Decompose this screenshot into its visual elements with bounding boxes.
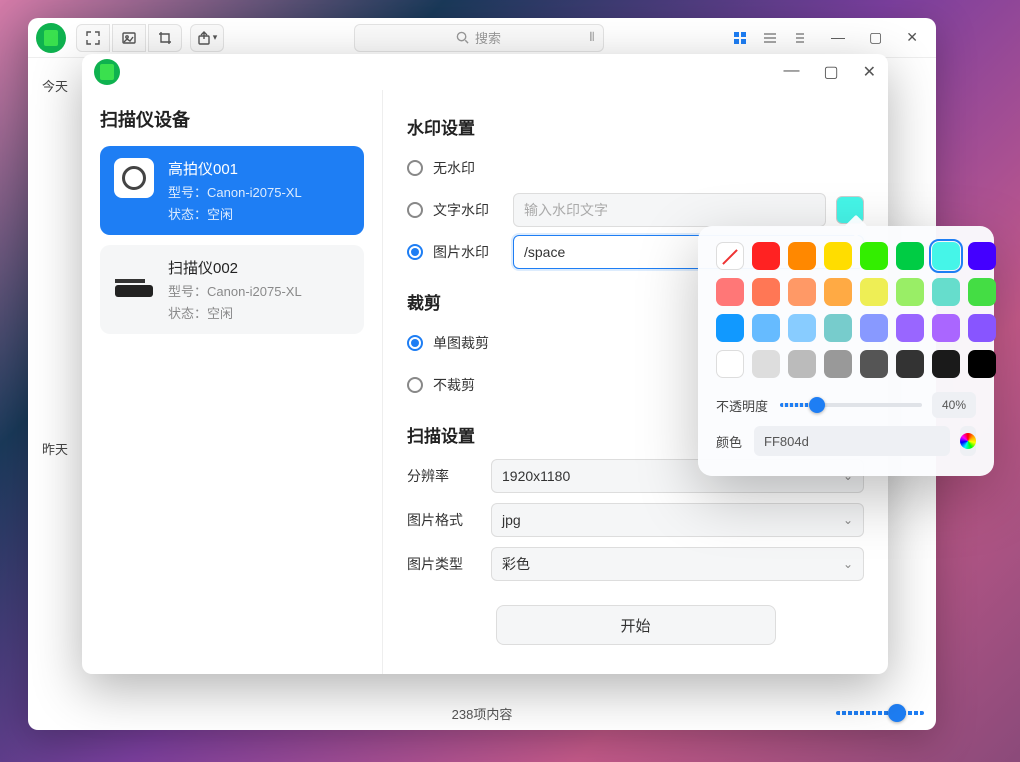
app-logo-icon [36,23,66,53]
scanner-icon [114,257,154,297]
swatch-selected[interactable] [932,242,960,270]
minimize-icon[interactable]: — [783,62,799,82]
swatch[interactable] [968,242,996,270]
opacity-slider[interactable] [780,403,922,407]
label-resolution: 分辨率 [407,466,477,486]
grid-view-icon[interactable] [733,31,749,45]
format-select[interactable]: jpg⌄ [491,503,864,537]
swatch[interactable] [968,350,996,378]
titlebar: — ▢ ✕ [82,54,888,90]
start-button[interactable]: 开始 [496,605,776,645]
swatch[interactable] [896,242,924,270]
swatch[interactable] [716,350,744,378]
swatch[interactable] [860,350,888,378]
swatch[interactable] [860,242,888,270]
swatch[interactable] [824,314,852,342]
swatch[interactable] [788,350,816,378]
type-select[interactable]: 彩色⌄ [491,547,864,581]
zoom-slider[interactable] [836,711,924,715]
device-name: 高拍仪001 [168,158,302,179]
swatch[interactable] [896,350,924,378]
label-format: 图片格式 [407,510,477,530]
color-wheel-button[interactable] [960,426,976,456]
swatch[interactable] [896,314,924,342]
search-placeholder: 搜索 [475,28,501,47]
swatch[interactable] [788,242,816,270]
item-count: 238项内容 [452,704,513,723]
swatch[interactable] [860,278,888,306]
compact-view-icon[interactable] [793,31,809,45]
radio-crop-none[interactable] [407,377,423,393]
label-no-watermark: 无水印 [433,158,475,178]
minimize-icon[interactable]: — [831,29,845,46]
toolbar: ▾ 搜索 ⦀ — ▢ ✕ [28,18,936,58]
close-icon[interactable]: ✕ [863,62,876,82]
hex-input[interactable] [754,426,950,456]
image-icon[interactable] [112,24,146,52]
watermark-text-input[interactable] [513,193,826,227]
radio-crop-single[interactable] [407,335,423,351]
list-view-icon[interactable] [763,31,779,45]
swatch[interactable] [968,278,996,306]
fullscreen-icon[interactable] [76,24,110,52]
color-grid [716,242,976,378]
swatch[interactable] [932,314,960,342]
color-picker-popover: 不透明度 40% 颜色 [698,226,994,476]
swatch[interactable] [716,314,744,342]
swatch[interactable] [824,242,852,270]
label-color: 颜色 [716,432,744,451]
swatch[interactable] [788,314,816,342]
swatch[interactable] [752,350,780,378]
share-icon[interactable]: ▾ [190,24,224,52]
label-crop-single: 单图裁剪 [433,333,489,353]
label-image-watermark: 图片水印 [433,242,503,262]
app-logo-icon [94,59,120,85]
swatch[interactable] [716,278,744,306]
label-crop-none: 不裁剪 [433,375,475,395]
radio-text-watermark[interactable] [407,202,423,218]
label-text-watermark: 文字水印 [433,200,503,220]
mic-icon[interactable]: ⦀ [589,30,594,45]
swatch[interactable] [752,242,780,270]
zoom-thumb[interactable] [888,704,906,722]
swatch[interactable] [752,314,780,342]
radio-no-watermark[interactable] [407,160,423,176]
label-opacity: 不透明度 [716,396,770,415]
camera-icon [114,158,154,198]
swatch[interactable] [932,350,960,378]
maximize-icon[interactable]: ▢ [869,29,882,46]
swatch[interactable] [860,314,888,342]
color-wheel-icon [960,433,976,449]
chevron-down-icon: ⌄ [843,557,853,571]
section-watermark: 水印设置 [407,114,864,139]
swatch-none[interactable] [716,242,744,270]
search-input[interactable]: 搜索 ⦀ [354,24,604,52]
swatch[interactable] [896,278,924,306]
device-item-selected[interactable]: 高拍仪001 型号：Canon-i2075-XL 状态：空闲 [100,146,364,235]
swatch[interactable] [788,278,816,306]
swatch[interactable] [824,278,852,306]
opacity-value: 40% [932,392,976,418]
chevron-down-icon: ⌄ [843,513,853,527]
device-item[interactable]: 扫描仪002 型号：Canon-i2075-XL 状态：空闲 [100,245,364,334]
sidebar-title: 扫描仪设备 [100,106,364,132]
device-sidebar: 扫描仪设备 高拍仪001 型号：Canon-i2075-XL 状态：空闲 扫描仪… [82,90,382,674]
radio-image-watermark[interactable] [407,244,423,260]
opacity-thumb[interactable] [809,397,825,413]
maximize-icon[interactable]: ▢ [823,62,838,82]
swatch[interactable] [752,278,780,306]
swatch[interactable] [968,314,996,342]
crop-icon[interactable] [148,24,182,52]
status-bar: 238项内容 [28,696,936,730]
close-icon[interactable]: ✕ [906,29,918,46]
swatch[interactable] [932,278,960,306]
device-name: 扫描仪002 [168,257,302,278]
label-type: 图片类型 [407,554,477,574]
swatch[interactable] [824,350,852,378]
